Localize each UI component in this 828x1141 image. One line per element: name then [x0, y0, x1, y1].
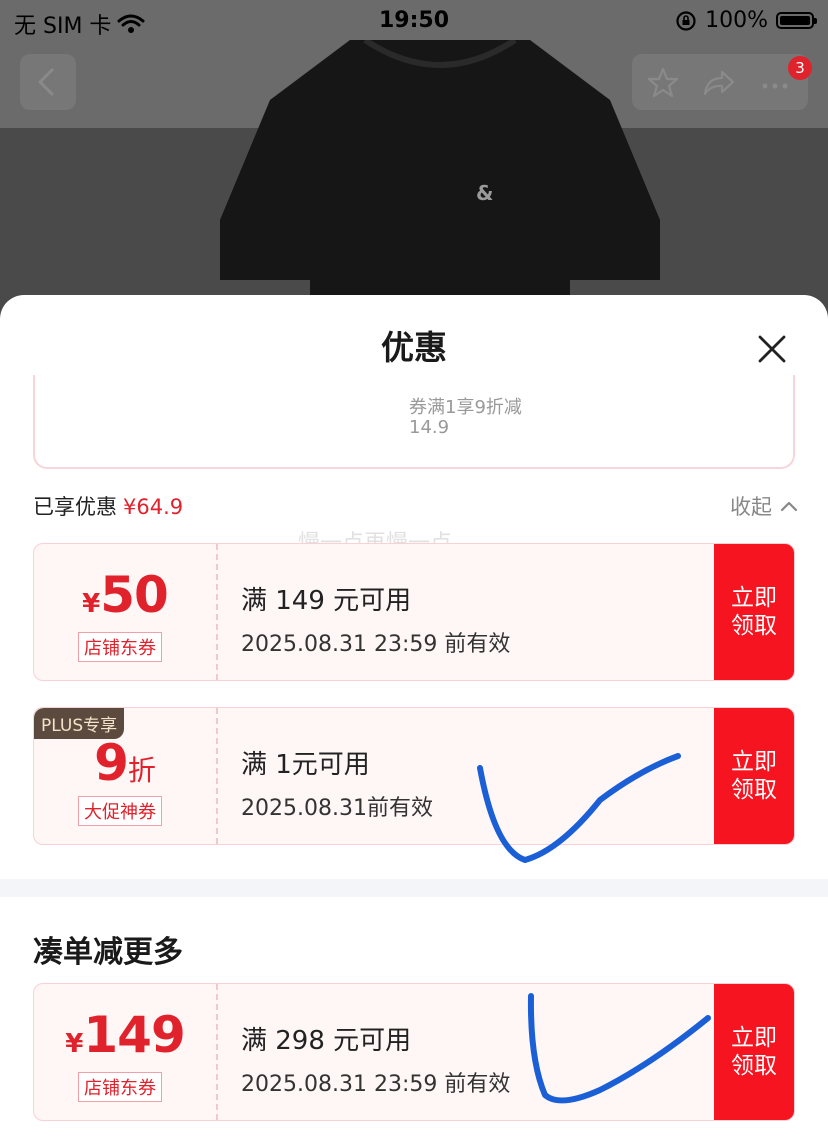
battery-icon	[776, 12, 817, 29]
enjoyed-amount: ¥64.9	[123, 495, 184, 519]
enjoyed-discount: 已享优惠 ¥64.9	[33, 491, 183, 521]
coupon-divider	[216, 708, 218, 844]
previous-coupon-desc: 券满1享9折减	[409, 397, 522, 418]
previous-coupon-amount: 14.9	[409, 417, 450, 438]
coupon-condition: 满 149 元可用	[241, 586, 412, 616]
claim-label: 立即 领取	[731, 1025, 777, 1079]
claim-button[interactable]: 立即 领取	[714, 544, 794, 680]
coupon-amount: ¥50	[34, 566, 216, 624]
coupon-amount: 9折	[34, 734, 216, 792]
claim-button[interactable]: 立即 领取	[714, 708, 794, 844]
share-icon[interactable]	[702, 66, 736, 100]
more-discounts-title: 凑单减更多	[33, 935, 183, 970]
product-background: &	[0, 0, 828, 330]
claim-button[interactable]: 立即 领取	[714, 984, 794, 1120]
coupon-value: 9	[94, 734, 129, 792]
coupon-value: 149	[83, 1006, 185, 1064]
claim-label: 立即 领取	[731, 585, 777, 639]
coupon-value-area: ¥50 店铺东券	[34, 544, 216, 680]
discount-sheet: 优惠 券满1享9折减 14.9 已享优惠¥64.9 收起 慢一点再慢一点 ¥50…	[0, 295, 828, 1141]
enjoyed-label: 已享优惠	[33, 495, 117, 519]
coupon-validity: 2025.08.31 23:59 前有效	[241, 632, 511, 657]
currency-symbol: ¥	[65, 1029, 84, 1059]
coupon-divider	[216, 544, 218, 680]
coupon-amount: ¥149	[34, 1006, 216, 1064]
coupon-value-area: ¥149 店铺东券	[34, 984, 216, 1120]
status-bar: 无 SIM 卡 19:50 100%	[0, 0, 828, 42]
discount-unit: 折	[127, 754, 156, 787]
sheet-title: 优惠	[381, 328, 447, 367]
collapse-button[interactable]: 收起	[730, 491, 798, 521]
chevron-up-icon	[780, 501, 798, 512]
coupon-card: PLUS专享 9折 大促神券 满 1元可用 2025.08.31前有效 立即 领取	[33, 707, 795, 845]
collapse-label: 收起	[730, 495, 772, 519]
claim-label: 立即 领取	[731, 749, 777, 803]
header-actions	[632, 54, 808, 110]
coupon-condition: 满 298 元可用	[241, 1026, 412, 1056]
close-icon[interactable]	[752, 329, 792, 369]
coupon-card: ¥50 店铺东券 满 149 元可用 2025.08.31 23:59 前有效 …	[33, 543, 795, 681]
chevron-left-icon	[38, 68, 54, 96]
coupon-type-tag: 店铺东券	[78, 632, 162, 662]
coupon-condition: 满 1元可用	[241, 750, 370, 780]
battery-percent: 100%	[705, 8, 768, 33]
coupon-validity: 2025.08.31 23:59 前有效	[241, 1072, 511, 1097]
coupon-type-tag: 店铺东券	[78, 1072, 162, 1102]
coupon-card: ¥149 店铺东券 满 298 元可用 2025.08.31 23:59 前有效…	[33, 983, 795, 1121]
section-divider	[0, 879, 828, 897]
star-icon[interactable]	[646, 66, 680, 100]
more-icon[interactable]	[758, 66, 792, 100]
back-button[interactable]	[20, 54, 76, 110]
product-image: &	[220, 40, 660, 330]
coupon-type-tag: 大促神券	[78, 796, 162, 826]
shirt-logo: &	[476, 181, 493, 205]
notification-badge: 3	[788, 56, 812, 80]
coupon-validity: 2025.08.31前有效	[241, 796, 433, 821]
previous-coupon-card: 券满1享9折减 14.9	[33, 375, 795, 469]
currency-symbol: ¥	[82, 589, 101, 619]
coupon-value-area: 9折 大促神券	[34, 708, 216, 844]
coupon-value: 50	[100, 566, 169, 624]
rotation-lock-icon	[676, 10, 696, 31]
coupon-divider	[216, 984, 218, 1120]
